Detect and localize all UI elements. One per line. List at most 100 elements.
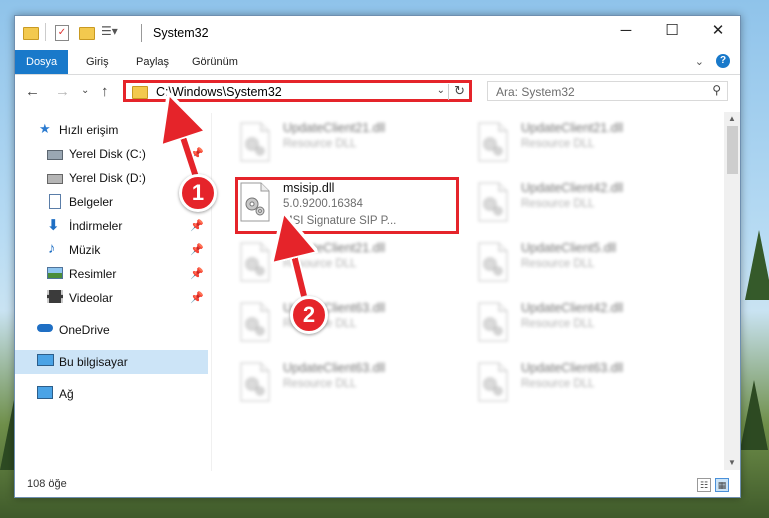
window-title: System32: [153, 26, 209, 40]
file-description: Resource DLL: [521, 378, 595, 390]
file-name: UpdateClient5.dll: [521, 241, 617, 255]
tab-giris[interactable]: Giriş: [75, 50, 120, 74]
search-icon[interactable]: ⚲: [712, 83, 721, 97]
network-icon: [37, 386, 53, 399]
step-2-badge: 2: [290, 296, 328, 334]
pin-icon: 📌: [190, 244, 204, 256]
recent-locations-chevron-icon[interactable]: ⌄: [81, 85, 89, 96]
dll-file-icon: [239, 362, 271, 402]
dll-file-icon: [477, 362, 509, 402]
file-description: Resource DLL: [521, 258, 595, 270]
explorer-window: ✓ ☰▾ System32 ─ ☐ ✕ Dosya Giriş Paylaş G…: [14, 15, 741, 498]
step-1-badge: 1: [179, 174, 217, 212]
drive-icon: [47, 150, 63, 160]
customize-toolbar-icon[interactable]: ☰▾: [101, 24, 118, 38]
pin-icon: 📌: [190, 292, 204, 304]
file-item[interactable]: UpdateClient21.dll Resource DLL: [235, 236, 467, 290]
cloud-icon: [37, 324, 53, 332]
file-item[interactable]: UpdateClient63.dll Resource DLL: [473, 356, 705, 410]
properties-icon[interactable]: ✓: [55, 25, 69, 41]
sidebar-item-label: Belgeler: [69, 195, 114, 209]
file-item[interactable]: UpdateClient63.dll Resource DLL: [235, 356, 467, 410]
scroll-up-icon[interactable]: ▲: [728, 114, 736, 123]
file-item[interactable]: UpdateClient5.dll Resource DLL: [473, 236, 705, 290]
file-name: UpdateClient42.dll: [521, 181, 624, 195]
file-item[interactable]: UpdateClient21.dll Resource DLL: [235, 116, 467, 170]
file-name: UpdateClient63.dll: [521, 361, 624, 375]
file-item[interactable]: UpdateClient21.dll Resource DLL: [473, 116, 705, 170]
sidebar-item-downloads[interactable]: ⬇ İndirmeler 📌: [15, 214, 208, 238]
ribbon-tabs: Dosya Giriş Paylaş Görünüm ⌄ ?: [15, 50, 740, 75]
tab-dosya[interactable]: Dosya: [15, 50, 68, 74]
close-button[interactable]: ✕: [695, 16, 740, 46]
video-icon: [47, 290, 63, 303]
sidebar-item-label: Yerel Disk (D:): [69, 171, 146, 185]
forward-arrow-icon[interactable]: →: [55, 83, 70, 100]
sidebar-item-label: Müzik: [69, 243, 101, 257]
quick-access-toolbar: [45, 23, 46, 41]
pin-icon: 📌: [190, 220, 204, 232]
file-description: Resource DLL: [521, 318, 595, 330]
vertical-scrollbar[interactable]: ▲ ▼: [724, 112, 740, 470]
sidebar-item-quick-access[interactable]: ★ Hızlı erişim: [15, 118, 208, 142]
file-item[interactable]: UpdateClient42.dll Resource DLL: [473, 296, 705, 350]
search-placeholder: Ara: System32: [496, 85, 575, 99]
navigation-bar: ← → ⌄ ↑ C:\Windows\System32 ⌄ ↻ Ara: Sys…: [15, 75, 740, 109]
maximize-button[interactable]: ☐: [649, 16, 695, 46]
sidebar-item-this-pc[interactable]: Bu bilgisayar: [15, 350, 208, 374]
tab-gorunum[interactable]: Görünüm: [181, 50, 249, 74]
folder-icon: [23, 27, 39, 40]
scroll-down-icon[interactable]: ▼: [728, 458, 736, 467]
computer-icon: [37, 354, 54, 366]
sidebar-item-label: Bu bilgisayar: [59, 355, 128, 369]
file-name: UpdateClient42.dll: [521, 301, 624, 315]
dll-file-icon: [239, 242, 271, 282]
sidebar-item-network[interactable]: Ağ: [15, 382, 208, 406]
sidebar-item-label: OneDrive: [59, 323, 110, 337]
drive-icon: [47, 174, 63, 184]
sidebar-item-local-disk-c[interactable]: Yerel Disk (C:) 📌: [15, 142, 208, 166]
address-path[interactable]: C:\Windows\System32: [156, 85, 282, 99]
document-icon: [49, 194, 61, 209]
expand-ribbon-icon[interactable]: ⌄: [695, 55, 704, 68]
address-bar[interactable]: C:\Windows\System32 ⌄ ↻: [123, 80, 472, 102]
sidebar-item-label: Resimler: [69, 267, 117, 281]
new-folder-icon[interactable]: [79, 27, 95, 40]
sidebar-item-label: Videolar: [69, 291, 113, 305]
sidebar-item-label: Yerel Disk (C:): [69, 147, 146, 161]
dll-file-icon: [239, 302, 271, 342]
star-icon: ★: [39, 121, 51, 136]
item-count: 108 öğe: [27, 478, 67, 490]
address-divider: [448, 84, 449, 100]
up-arrow-icon[interactable]: ↑: [101, 83, 109, 100]
sidebar-item-onedrive[interactable]: OneDrive: [15, 318, 208, 342]
sidebar-item-music[interactable]: ♪ Müzik 📌: [15, 238, 208, 262]
scrollbar-thumb[interactable]: [727, 126, 738, 174]
file-name: UpdateClient21.dll: [521, 121, 624, 135]
details-view-icon[interactable]: ☷: [697, 478, 711, 492]
file-name: UpdateClient21.dll: [283, 241, 386, 255]
minimize-button[interactable]: ─: [603, 16, 649, 46]
file-item[interactable]: UpdateClient63.dll Resource DLL: [235, 296, 467, 350]
dll-file-icon: [477, 122, 509, 162]
help-icon[interactable]: ?: [716, 54, 730, 68]
dll-file-icon: [477, 182, 509, 222]
picture-icon: [47, 267, 63, 279]
back-arrow-icon[interactable]: ←: [25, 83, 40, 100]
refresh-icon[interactable]: ↻: [454, 83, 465, 99]
file-item[interactable]: UpdateClient42.dll Resource DLL: [473, 176, 705, 230]
tab-paylas[interactable]: Paylaş: [125, 50, 180, 74]
sidebar-item-pictures[interactable]: Resimler 📌: [15, 262, 208, 286]
pane-divider[interactable]: [211, 113, 212, 471]
sidebar-item-videos[interactable]: Videolar 📌: [15, 286, 208, 310]
music-icon: ♪: [48, 240, 56, 257]
large-icons-view-icon[interactable]: ▦: [715, 478, 729, 492]
search-input[interactable]: Ara: System32 ⚲: [487, 81, 728, 101]
address-dropdown-icon[interactable]: ⌄: [437, 85, 445, 96]
file-description: Resource DLL: [283, 378, 357, 390]
file-name: UpdateClient63.dll: [283, 361, 386, 375]
navigation-pane: ★ Hızlı erişim Yerel Disk (C:) 📌 Yerel D…: [15, 113, 208, 471]
pin-icon: 📌: [190, 148, 204, 160]
file-description: Resource DLL: [521, 138, 595, 150]
download-icon: ⬇: [47, 217, 60, 234]
